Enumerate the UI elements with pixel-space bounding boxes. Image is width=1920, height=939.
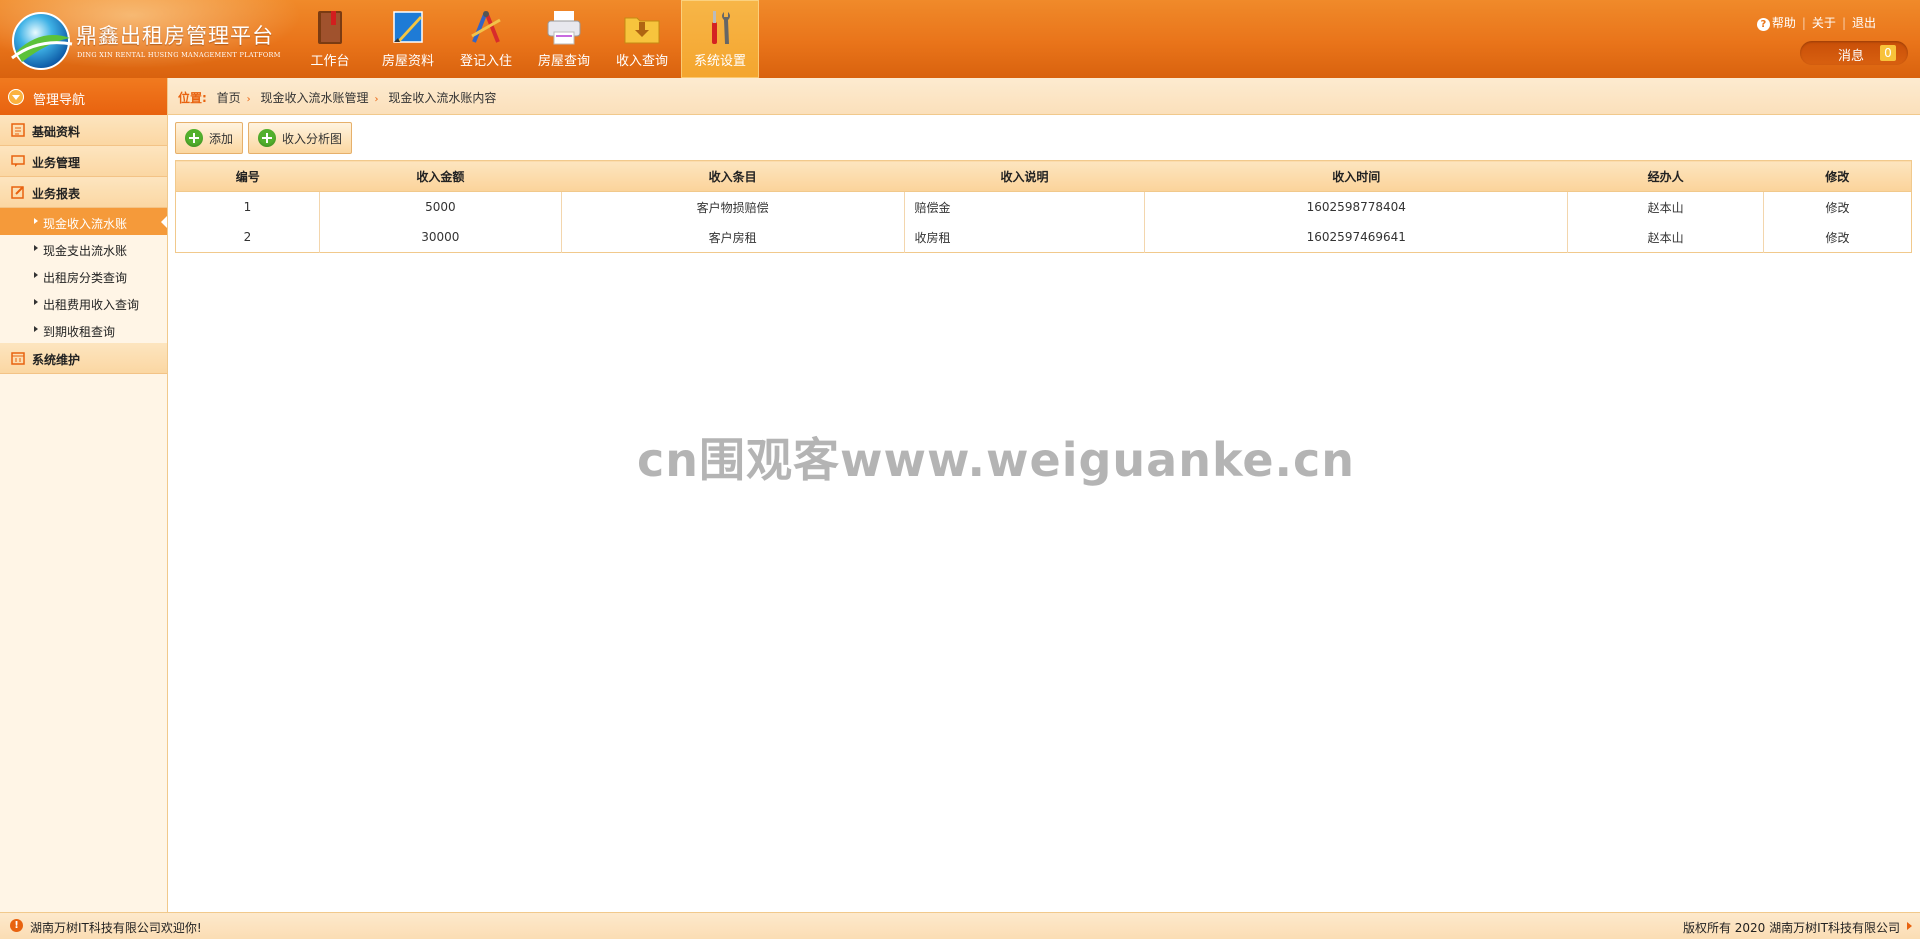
printer-icon (547, 11, 581, 45)
chat-icon (11, 155, 25, 167)
sidebar-item-rental-category[interactable]: 出租房分类查询 (0, 262, 167, 289)
sidebar-item-due-rent[interactable]: 到期收租查询 (0, 316, 167, 343)
book-icon (318, 11, 342, 44)
logout-link[interactable]: 退出 (1852, 14, 1876, 31)
income-table: 编号 收入金额 收入条目 收入说明 收入时间 经办人 修改 1 5000 客户物… (175, 160, 1912, 253)
sidebar-group-basic-info[interactable]: 基础资料 (0, 115, 167, 146)
breadcrumb-current: 现金收入流水账内容 (388, 91, 497, 105)
brand-subtitle: DING XIN RENTAL HUSING MANAGEMENT PLATFO… (77, 51, 281, 59)
message-count-badge: 0 (1880, 45, 1896, 61)
top-links: ? 帮助 | 关于 | 退出 (1756, 14, 1876, 31)
ruler-icon (393, 11, 423, 43)
nav-house-info[interactable]: 房屋资料 (369, 0, 447, 78)
col-handler: 经办人 (1567, 160, 1764, 192)
globe-logo-icon (11, 12, 73, 70)
cell-description: 赔偿金 (904, 191, 1146, 222)
plus-icon (185, 129, 203, 147)
sidebar-item-cash-income[interactable]: 现金收入流水账 (0, 208, 167, 235)
help-link[interactable]: ? 帮助 (1756, 14, 1796, 31)
breadcrumb-home[interactable]: 首页 (217, 91, 241, 105)
nav-income-query[interactable]: 收入查询 (603, 0, 681, 78)
col-time: 收入时间 (1144, 160, 1568, 192)
income-chart-button[interactable]: 收入分析图 (248, 122, 353, 154)
brand-title: 鼎鑫出租房管理平台 (76, 24, 274, 48)
header-bar: 鼎鑫出租房管理平台 DING XIN RENTAL HUSING MANAGEM… (0, 0, 1920, 78)
sidebar-item-rental-fee-income[interactable]: 出租费用收入查询 (0, 289, 167, 316)
calendar-icon (11, 352, 25, 365)
sidebar-group-business-mgmt[interactable]: 业务管理 (0, 146, 167, 177)
top-nav: 工作台 房屋资料 登记入住 房屋查询 收入查询 系统设置 (291, 0, 759, 78)
compass-icon (471, 11, 501, 43)
col-edit: 修改 (1763, 160, 1912, 192)
cell-amount: 5000 (319, 191, 562, 222)
info-icon: ! (10, 919, 23, 932)
cell-id: 2 (175, 222, 320, 253)
cell-item: 客户物损赔偿 (561, 191, 905, 222)
collapse-down-icon (8, 89, 24, 105)
nav-workbench[interactable]: 工作台 (291, 0, 369, 78)
cell-id: 1 (175, 191, 320, 222)
list-doc-icon (11, 123, 25, 137)
breadcrumb: 位置: 首页 › 现金收入流水账管理 › 现金收入流水账内容 (168, 78, 1920, 115)
cell-time: 1602597469641 (1144, 222, 1569, 253)
nav-checkin[interactable]: 登记入住 (447, 0, 525, 78)
cell-description: 收房租 (904, 222, 1146, 253)
col-item: 收入条目 (561, 160, 905, 192)
cell-amount: 30000 (319, 222, 562, 253)
footer-welcome: 湖南万树IT科技有限公司欢迎你! (30, 921, 202, 935)
nav-system-settings[interactable]: 系统设置 (681, 0, 759, 78)
cell-handler: 赵本山 (1567, 222, 1765, 253)
sidebar-header[interactable]: 管理导航 (0, 78, 167, 115)
edit-icon (11, 186, 24, 199)
col-id: 编号 (175, 160, 320, 192)
cell-time: 1602598778404 (1144, 191, 1569, 222)
breadcrumb-prefix: 位置: (178, 91, 207, 105)
table-header-row: 编号 收入金额 收入条目 收入说明 收入时间 经办人 修改 (175, 160, 1912, 192)
breadcrumb-income-mgmt[interactable]: 现金收入流水账管理 (260, 91, 368, 105)
sidebar: 管理导航 基础资料 业务管理 业务报表 现金收入流水账 现金支出流水账 出租房分… (0, 78, 168, 912)
sidebar-group-reports[interactable]: 业务报表 (0, 177, 167, 208)
col-amount: 收入金额 (319, 160, 562, 192)
cell-item: 客户房租 (561, 222, 905, 253)
footer-copyright: 版权所有 2020 湖南万树IT科技有限公司 (1682, 921, 1900, 935)
question-icon: ? (1756, 18, 1770, 31)
sidebar-item-cash-expense[interactable]: 现金支出流水账 (0, 235, 167, 262)
footer: ! 湖南万树IT科技有限公司欢迎你! 版权所有 2020 湖南万树IT科技有限公… (0, 912, 1920, 939)
edit-link[interactable]: 修改 (1764, 192, 1912, 223)
arrow-right-icon (1907, 922, 1912, 930)
plus-icon (258, 129, 277, 147)
cell-handler: 赵本山 (1567, 191, 1765, 222)
col-description: 收入说明 (904, 160, 1145, 192)
about-link[interactable]: 关于 (1812, 14, 1836, 31)
toolbar: 添加 收入分析图 (175, 122, 353, 154)
download-folder-icon (624, 17, 660, 44)
tools-icon (712, 11, 730, 44)
table-row: 1 5000 客户物损赔偿 赔偿金 1602598778404 赵本山 修改 (175, 191, 1912, 223)
sidebar-group-system-maint[interactable]: 系统维护 (0, 343, 167, 374)
messages-button[interactable]: 消息 0 (1800, 41, 1908, 65)
add-button[interactable]: 添加 (175, 122, 244, 154)
table-row: 2 30000 客户房租 收房租 1602597469641 赵本山 修改 (175, 222, 1912, 253)
edit-link[interactable]: 修改 (1764, 222, 1912, 253)
nav-house-query[interactable]: 房屋查询 (525, 0, 603, 78)
watermark: cn围观客www.weiguanke.cn (637, 433, 1356, 487)
